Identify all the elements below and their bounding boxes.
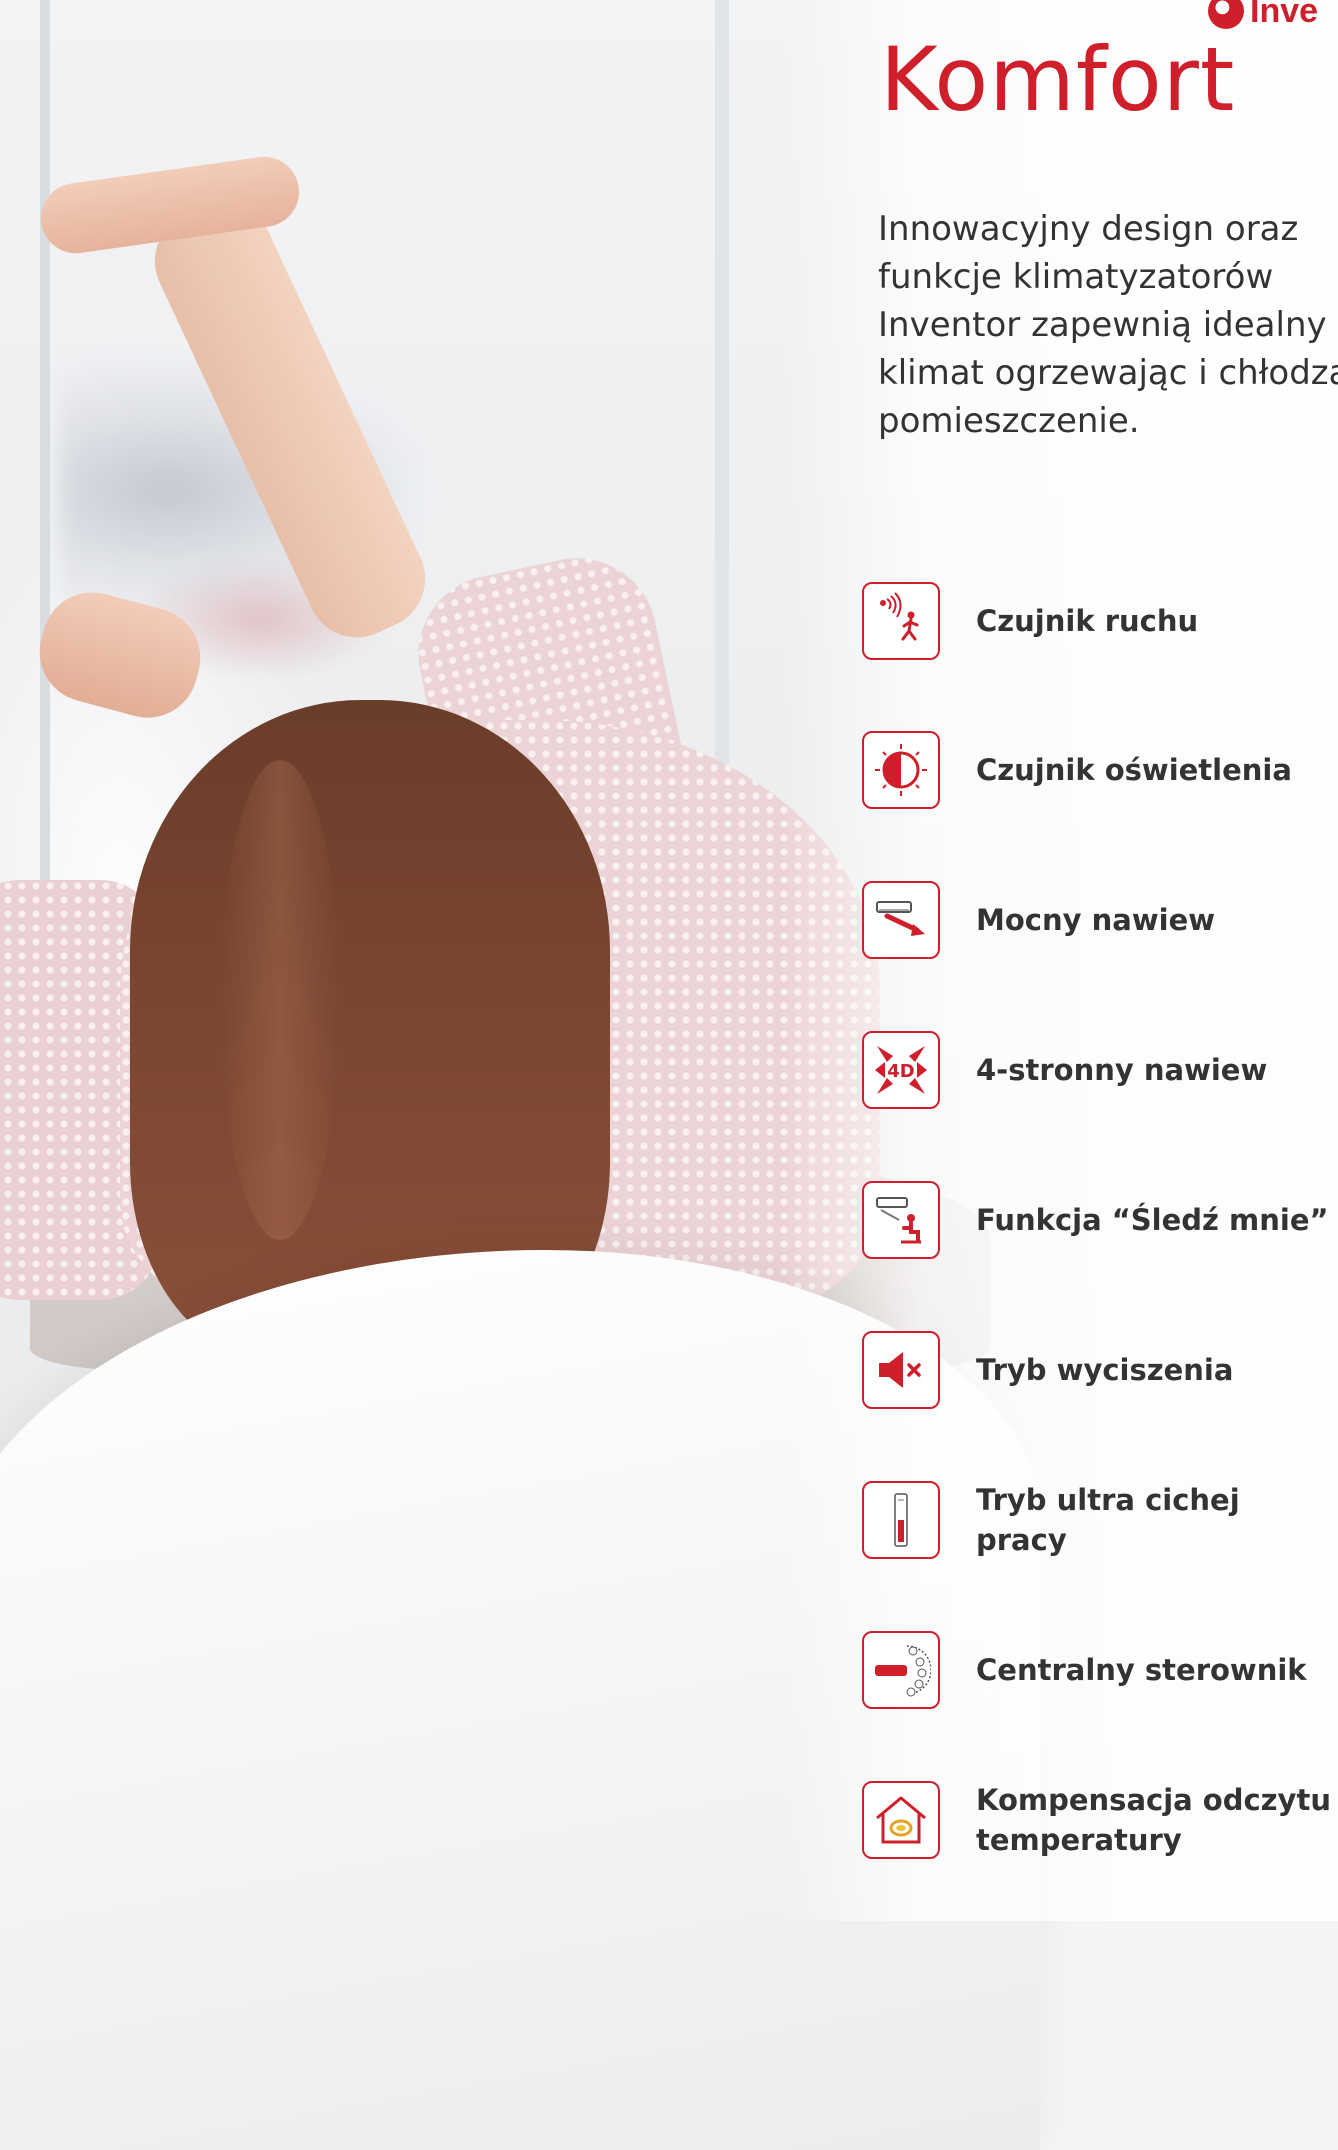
feature-label: Centralny sterownik <box>976 1653 1307 1687</box>
feature-label: Czujnik oświetlenia <box>976 753 1292 787</box>
feature-follow-me: Funkcja “Śledź mnie” <box>862 1180 1329 1260</box>
temperature-compensation-icon <box>862 1781 940 1859</box>
feature-ultra-quiet: Tryb ultra cichej pracy <box>862 1480 1338 1560</box>
brand-logo[interactable]: Inve <box>1208 0 1319 30</box>
feature-label: Funkcja “Śledź mnie” <box>976 1203 1329 1237</box>
feature-central-controller: Centralny sterownik <box>862 1630 1307 1710</box>
feature-4d-airflow: 4D 4-stronny nawiew <box>862 1030 1267 1110</box>
intro-text: Innowacyjny design oraz funkcje klimatyz… <box>878 209 1338 441</box>
strong-airflow-icon <box>862 881 940 959</box>
4d-airflow-icon: 4D <box>862 1031 940 1109</box>
feature-mute: Tryb wyciszenia <box>862 1330 1233 1410</box>
follow-me-icon <box>862 1181 940 1259</box>
mute-icon <box>862 1331 940 1409</box>
page-title: Komfort <box>880 28 1236 131</box>
motion-sensor-icon <box>862 582 940 660</box>
hair-highlight <box>220 760 340 1240</box>
feature-label: Tryb ultra cichej pracy <box>976 1483 1240 1557</box>
feature-motion-sensor: Czujnik ruchu <box>862 581 1198 661</box>
feature-label: 4-stronny nawiew <box>976 1053 1268 1087</box>
logo-text: Inve <box>1250 0 1319 30</box>
window-frame <box>40 0 50 950</box>
ultra-quiet-icon <box>862 1481 940 1559</box>
logo-mark-icon <box>1208 0 1244 29</box>
feature-light-sensor: Czujnik oświetlenia <box>862 730 1292 810</box>
feature-label: Czujnik ruchu <box>976 604 1199 638</box>
svg-text:4D: 4D <box>887 1061 914 1082</box>
feature-label: Kompensacja odczytu temperatury <box>976 1783 1331 1857</box>
central-controller-icon <box>862 1631 940 1709</box>
light-sensor-icon <box>862 731 940 809</box>
feature-strong-airflow: Mocny nawiew <box>862 880 1215 960</box>
feature-temperature-compensation: Kompensacja odczytu temperatury <box>862 1780 1331 1860</box>
feature-label: Mocny nawiew <box>976 903 1216 937</box>
feature-label: Tryb wyciszenia <box>976 1353 1234 1387</box>
